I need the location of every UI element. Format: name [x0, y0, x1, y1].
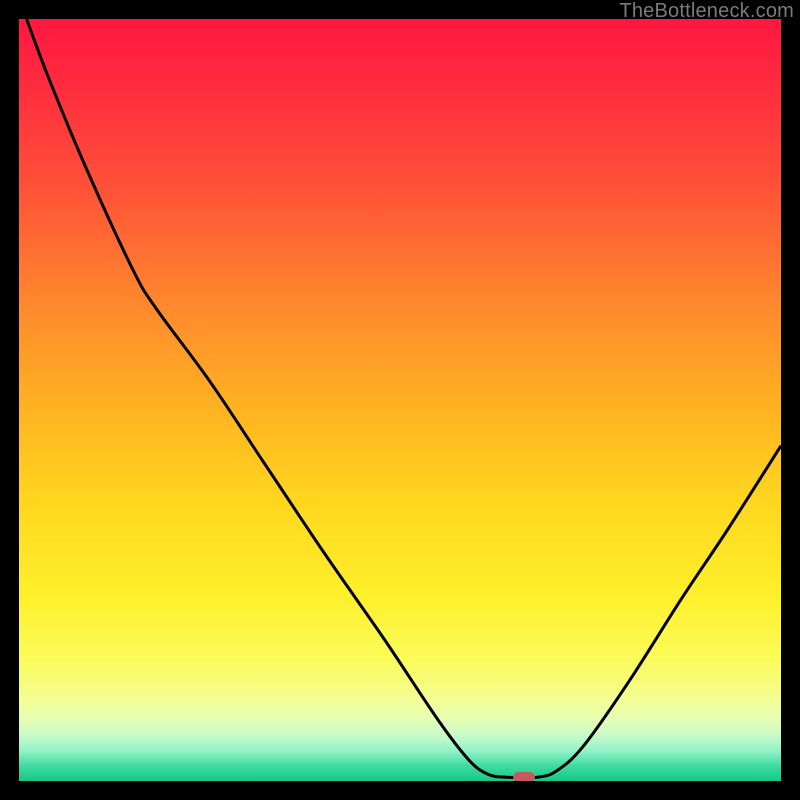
plot-area — [19, 19, 781, 781]
optimal-point-marker — [513, 772, 535, 781]
chart-frame: TheBottleneck.com — [0, 0, 800, 800]
curve-svg — [19, 19, 781, 781]
bottleneck-curve-path — [27, 19, 781, 778]
